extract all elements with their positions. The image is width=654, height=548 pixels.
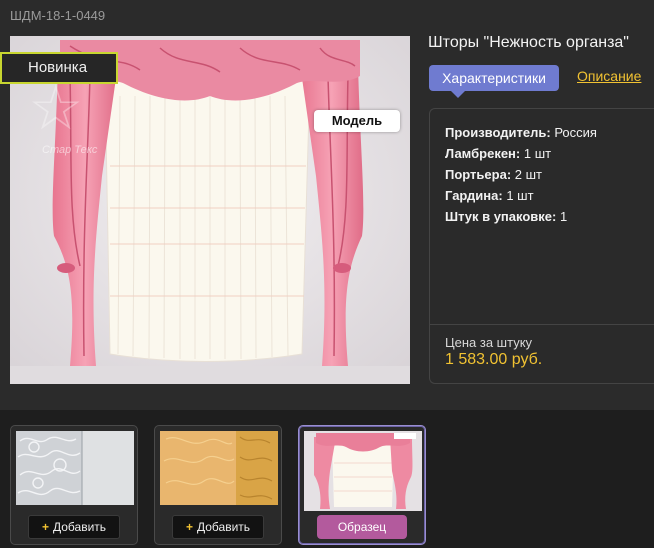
spec-row: Производитель: Россия bbox=[445, 125, 597, 140]
add-button[interactable]: + Добавить bbox=[172, 515, 264, 539]
tab-description[interactable]: Описание bbox=[577, 68, 641, 84]
thumbnail-lace[interactable]: + Добавить bbox=[10, 425, 138, 545]
lace-fabric-image bbox=[16, 431, 134, 505]
tab-characteristics[interactable]: Характеристики bbox=[429, 65, 559, 98]
divider bbox=[430, 324, 654, 325]
thumbnail-gold[interactable]: + Добавить bbox=[154, 425, 282, 545]
sample-button[interactable]: Образец bbox=[317, 515, 407, 539]
spec-row: Ламбрекен: 1 шт bbox=[445, 146, 552, 161]
product-photo[interactable]: ☆ Стар Текс Модель bbox=[10, 36, 410, 384]
specs-panel: Производитель: Россия Ламбрекен: 1 шт По… bbox=[429, 108, 654, 384]
thumbnail-sample[interactable]: Образец bbox=[298, 425, 426, 545]
product-sku: ШДМ-18-1-0449 bbox=[10, 8, 106, 23]
plus-icon: + bbox=[185, 520, 193, 534]
plus-icon: + bbox=[41, 520, 49, 534]
spec-row: Штук в упаковке: 1 bbox=[445, 209, 568, 224]
curtain-thumbnail-image bbox=[304, 431, 422, 511]
star-icon: ☆ bbox=[28, 74, 84, 143]
add-button[interactable]: + Добавить bbox=[28, 515, 120, 539]
gold-fabric-image bbox=[160, 431, 278, 505]
model-badge: Модель bbox=[314, 110, 400, 132]
spec-row: Гардина: 1 шт bbox=[445, 188, 534, 203]
new-badge: Новинка bbox=[0, 52, 118, 84]
spec-row: Портьера: 2 шт bbox=[445, 167, 543, 182]
watermark-logo: ☆ Стар Текс bbox=[28, 74, 98, 157]
product-title: Шторы "Нежность органза" bbox=[428, 34, 629, 51]
price-label: Цена за штуку bbox=[445, 335, 533, 350]
price-value: 1 583.00 руб. bbox=[445, 351, 543, 368]
